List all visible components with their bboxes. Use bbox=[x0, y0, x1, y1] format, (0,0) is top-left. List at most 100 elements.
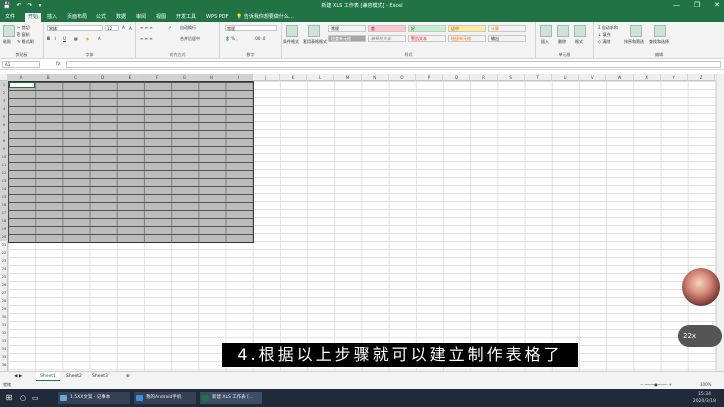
row-header-cell[interactable]: 12 bbox=[0, 169, 8, 177]
tab-page-layout[interactable]: 页面布局 bbox=[64, 13, 90, 22]
column-header-cell[interactable]: D bbox=[89, 74, 117, 81]
sort-filter-button[interactable]: 排序和筛选 bbox=[624, 39, 644, 45]
column-header-cell[interactable]: B bbox=[35, 74, 63, 81]
row-header-cell[interactable]: 17 bbox=[0, 209, 8, 217]
row-header-cell[interactable]: 5 bbox=[0, 113, 8, 121]
column-header-cell[interactable]: G bbox=[171, 74, 199, 81]
row-header-cell[interactable]: 19 bbox=[0, 225, 8, 233]
conditional-format-icon[interactable] bbox=[286, 25, 298, 37]
tab-sheet2[interactable]: Sheet2 bbox=[62, 372, 86, 381]
column-header-cell[interactable]: F bbox=[144, 74, 172, 81]
cut-button[interactable]: ✂ 剪切 bbox=[17, 25, 30, 31]
tab-review[interactable]: 审阅 bbox=[133, 13, 149, 22]
row-header-cell[interactable]: 20 bbox=[0, 233, 8, 241]
close-button[interactable]: ✕ bbox=[714, 1, 720, 9]
row-header-cell[interactable]: 29 bbox=[0, 305, 8, 313]
column-header-cell[interactable]: R bbox=[470, 74, 498, 81]
style-linked-cell[interactable]: 链接单元格 bbox=[448, 35, 486, 42]
orientation-icon[interactable]: ↗ bbox=[168, 25, 171, 30]
column-header-cell[interactable]: I bbox=[225, 74, 253, 81]
align-top-icon[interactable]: ≡ ≡ ≡ bbox=[140, 25, 153, 30]
row-header-cell[interactable]: 24 bbox=[0, 265, 8, 273]
windows-start-icon[interactable]: ⊞ bbox=[0, 392, 18, 404]
underline-button[interactable]: U bbox=[63, 36, 66, 41]
style-check-cell[interactable]: 检查单元格 bbox=[328, 35, 366, 42]
find-select-button[interactable]: 查找和选择 bbox=[649, 39, 669, 45]
row-header-cell[interactable]: 11 bbox=[0, 161, 8, 169]
row-header-cell[interactable]: 26 bbox=[0, 281, 8, 289]
merge-center-button[interactable]: 合并后居中 bbox=[180, 36, 200, 42]
clock[interactable]: 15:34 2020/3/18 bbox=[693, 391, 716, 405]
column-header-cell[interactable]: Q bbox=[443, 74, 471, 81]
row-header-cell[interactable]: 23 bbox=[0, 257, 8, 265]
row-header-cell[interactable]: 30 bbox=[0, 313, 8, 321]
tab-sheet1[interactable]: Sheet1 bbox=[36, 372, 60, 381]
row-header-cell[interactable]: 22 bbox=[0, 249, 8, 257]
column-header-cell[interactable]: X bbox=[634, 74, 661, 81]
copy-button[interactable]: ⎘ 复制 bbox=[17, 32, 29, 38]
row-header-cell[interactable]: 2 bbox=[0, 89, 8, 97]
style-neutral[interactable]: 适中 bbox=[448, 25, 486, 32]
tab-formulas[interactable]: 公式 bbox=[93, 13, 109, 22]
row-header-cell[interactable]: 33 bbox=[0, 337, 8, 345]
row-header-cell[interactable]: 10 bbox=[0, 153, 8, 161]
row-header-cell[interactable]: 15 bbox=[0, 193, 8, 201]
tab-home[interactable]: 开始 bbox=[25, 13, 42, 22]
conditional-format-button[interactable]: 条件格式 bbox=[283, 39, 299, 45]
delete-cells-icon[interactable] bbox=[557, 25, 569, 37]
sort-filter-icon[interactable] bbox=[630, 25, 642, 37]
borders-icon[interactable]: ▦ bbox=[74, 36, 78, 41]
row-header-cell[interactable]: 34 bbox=[0, 345, 8, 353]
column-header-cell[interactable]: C bbox=[62, 74, 90, 81]
format-cells-icon[interactable] bbox=[574, 25, 586, 37]
row-header-cell[interactable]: 3 bbox=[0, 97, 8, 105]
tab-sheet3[interactable]: Sheet3 bbox=[88, 372, 112, 381]
column-header-cell[interactable]: U bbox=[552, 74, 580, 81]
style-good[interactable]: 好 bbox=[408, 25, 446, 32]
row-header-cell[interactable]: 16 bbox=[0, 201, 8, 209]
italic-button[interactable]: I bbox=[55, 36, 56, 41]
add-sheet-icon[interactable]: ⊕ bbox=[122, 372, 134, 381]
row-header-cell[interactable]: 31 bbox=[0, 321, 8, 329]
format-table-icon[interactable] bbox=[308, 25, 320, 37]
minimize-button[interactable]: — bbox=[673, 1, 680, 9]
task-view-icon[interactable]: ▭ bbox=[32, 392, 39, 404]
font-name-select[interactable]: 宋体 bbox=[47, 25, 103, 31]
align-left-icon[interactable]: ≡ ≡ ≡ bbox=[140, 36, 153, 41]
column-header-cell[interactable]: L bbox=[307, 74, 335, 81]
name-box[interactable]: A1 bbox=[2, 61, 40, 68]
row-header-cell[interactable]: 9 bbox=[0, 145, 8, 153]
style-output[interactable]: 输出 bbox=[488, 35, 526, 42]
shrink-font-button[interactable]: A bbox=[129, 26, 132, 31]
insert-cells-icon[interactable] bbox=[540, 25, 552, 37]
tab-view[interactable]: 视图 bbox=[153, 13, 169, 22]
column-header-cell[interactable]: T bbox=[525, 74, 552, 81]
tell-me-search[interactable]: 💡 告诉我你想要做什么… bbox=[236, 13, 294, 22]
column-header-cell[interactable]: S bbox=[498, 74, 525, 81]
column-header-cell[interactable]: P bbox=[416, 74, 444, 81]
currency-icon[interactable]: 💲 % , bbox=[225, 36, 238, 41]
autosum-button[interactable]: Σ 自动求和 bbox=[598, 25, 618, 31]
bold-button[interactable]: B bbox=[47, 36, 50, 41]
number-format-select[interactable]: 常规 bbox=[225, 25, 277, 31]
format-painter-button[interactable]: ✎ 格式刷 bbox=[17, 39, 34, 45]
grow-font-button[interactable]: A bbox=[122, 25, 125, 30]
column-header-cell[interactable]: V bbox=[579, 74, 607, 81]
row-header-cell[interactable]: 28 bbox=[0, 297, 8, 305]
style-calculation[interactable]: 计算 bbox=[488, 25, 526, 32]
row-header-cell[interactable]: 27 bbox=[0, 289, 8, 297]
font-size-select[interactable]: 12 bbox=[105, 25, 119, 31]
tab-developer[interactable]: 开发工具 bbox=[173, 13, 199, 22]
column-header-cell[interactable]: W bbox=[606, 74, 634, 81]
restore-button[interactable]: ❐ bbox=[694, 1, 700, 9]
style-explanatory[interactable]: 解释性文本 bbox=[368, 35, 406, 42]
row-header-cell[interactable]: 32 bbox=[0, 329, 8, 337]
tab-wps-pdf[interactable]: WPS PDF bbox=[203, 13, 231, 22]
zoom-level[interactable]: 100% bbox=[700, 381, 711, 389]
column-header-cell[interactable]: A bbox=[8, 74, 36, 81]
row-header-cell[interactable]: 25 bbox=[0, 273, 8, 281]
wrap-text-button[interactable]: 自动换行 bbox=[180, 25, 196, 31]
font-color-icon[interactable]: A bbox=[98, 36, 101, 41]
clear-button[interactable]: ◇ 清除 bbox=[598, 39, 610, 45]
find-select-icon[interactable] bbox=[654, 25, 666, 37]
